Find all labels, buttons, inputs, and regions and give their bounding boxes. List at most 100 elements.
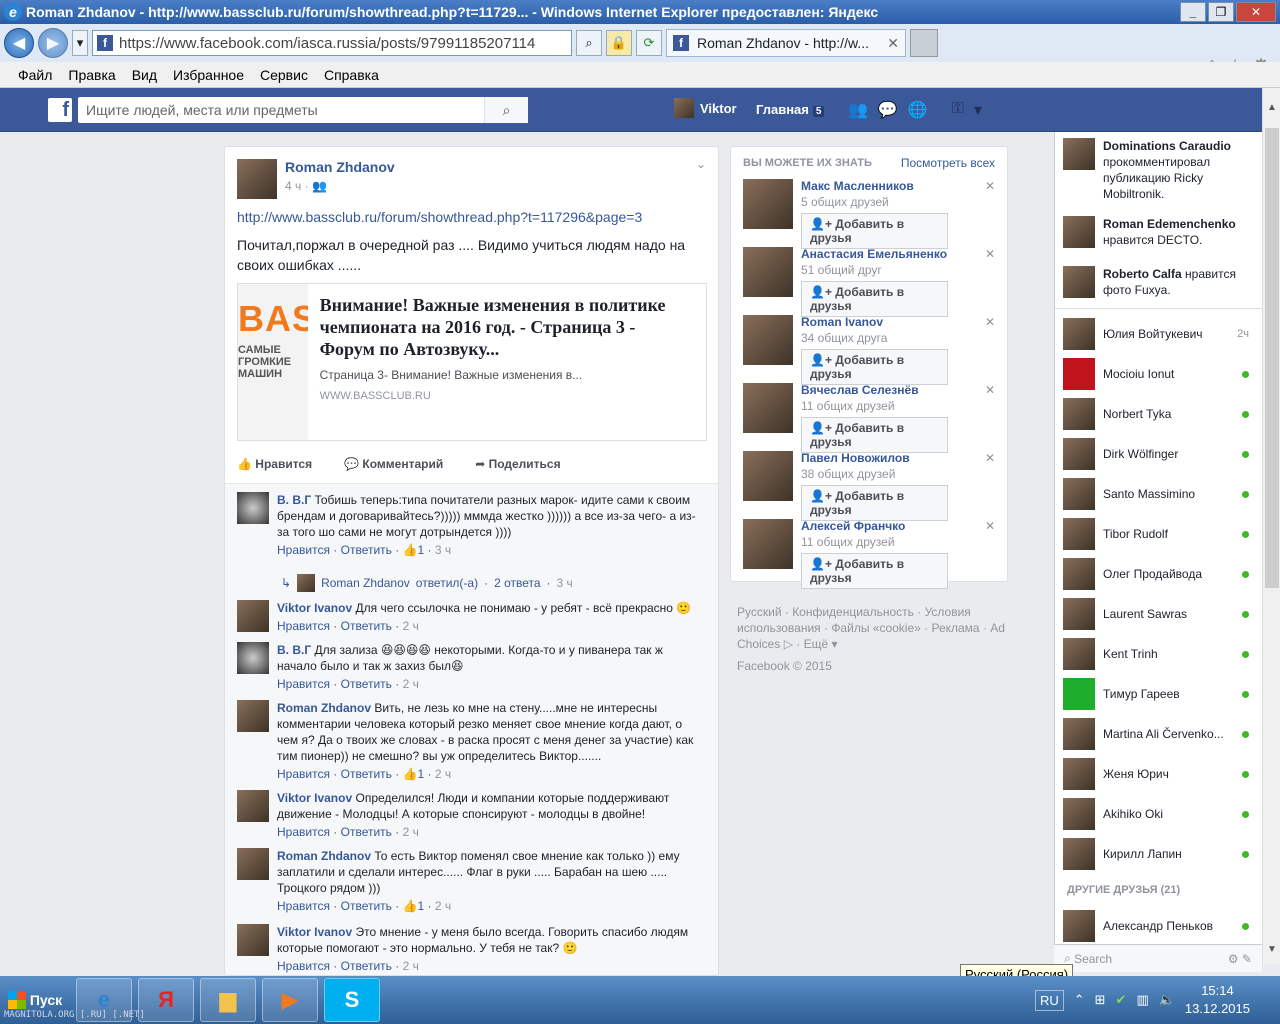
- link-preview-card[interactable]: BASSCL САМЫЕ ГРОМКИЕ МАШИН Внимание! Важ…: [237, 283, 707, 441]
- address-input[interactable]: f https://www.facebook.com/iasca.russia/…: [92, 30, 572, 56]
- account-menu-chevron-icon[interactable]: ▾: [974, 100, 982, 120]
- post-time[interactable]: 4 ч: [285, 179, 301, 193]
- avatar[interactable]: [743, 247, 793, 297]
- close-button[interactable]: ✕: [1236, 2, 1276, 22]
- menu-favorites[interactable]: Избранное: [173, 67, 244, 83]
- search-icon[interactable]: ⌕: [576, 30, 602, 56]
- replies-link[interactable]: ↳ Roman Zhdanov ответил(-а) · 2 ответа ·…: [281, 574, 573, 592]
- add-friend-button[interactable]: 👤+ Добавить в друзья: [801, 349, 948, 385]
- tray-windows-icon[interactable]: ⊞: [1095, 992, 1106, 1008]
- like-button[interactable]: 👍 Нравится: [237, 457, 312, 471]
- taskbar-yandex-icon[interactable]: Я: [138, 978, 194, 1022]
- browser-tab[interactable]: f Roman Zhdanov - http://w... ✕: [666, 29, 906, 57]
- dismiss-icon[interactable]: ✕: [985, 383, 995, 397]
- share-button[interactable]: ➦ Поделиться: [475, 457, 560, 471]
- taskbar-media-player-icon[interactable]: ▶: [262, 978, 318, 1022]
- chat-friend[interactable]: Юлия Войтукевич 2ч: [1063, 318, 1249, 350]
- comment-avatar[interactable]: [237, 924, 269, 956]
- menu-help[interactable]: Справка: [324, 67, 379, 83]
- avatar[interactable]: [743, 179, 793, 229]
- tray-volume-icon[interactable]: 🔈: [1159, 992, 1175, 1008]
- add-friend-button[interactable]: 👤+ Добавить в друзья: [801, 417, 948, 453]
- back-button[interactable]: ◀: [4, 28, 34, 58]
- comment-avatar[interactable]: [237, 700, 269, 732]
- notifications-globe-icon[interactable]: 🌐: [908, 100, 928, 120]
- chat-friend[interactable]: Santo Massimino: [1063, 478, 1249, 510]
- dismiss-icon[interactable]: ✕: [985, 179, 995, 193]
- taskbar-skype-icon[interactable]: S: [324, 978, 380, 1022]
- chat-friend[interactable]: Тимур Гареев: [1063, 678, 1249, 710]
- comment-avatar[interactable]: [237, 790, 269, 822]
- messages-icon[interactable]: 💬: [878, 100, 898, 120]
- facebook-search-button[interactable]: ⌕: [484, 97, 528, 123]
- history-dropdown-icon[interactable]: ▾: [72, 30, 88, 56]
- avatar[interactable]: [743, 451, 793, 501]
- comment-avatar[interactable]: [237, 848, 269, 880]
- chat-friend[interactable]: Akihiko Oki: [1063, 798, 1249, 830]
- chat-friend[interactable]: Олег Продайвода: [1063, 558, 1249, 590]
- dismiss-icon[interactable]: ✕: [985, 451, 995, 465]
- dismiss-icon[interactable]: ✕: [985, 315, 995, 329]
- chat-friend[interactable]: Tibor Rudolf: [1063, 518, 1249, 550]
- chat-friend[interactable]: Женя Юрич: [1063, 758, 1249, 790]
- menu-tools[interactable]: Сервис: [260, 67, 308, 83]
- audience-icon[interactable]: 👥: [312, 179, 327, 193]
- scroll-thumb[interactable]: [1265, 128, 1279, 588]
- home-link[interactable]: Главная 5: [756, 102, 825, 117]
- refresh-icon[interactable]: ⟳: [636, 30, 662, 56]
- chat-friend[interactable]: Norbert Tyka: [1063, 398, 1249, 430]
- taskbar-folder-icon[interactable]: ▆: [200, 978, 256, 1022]
- post-author[interactable]: Roman Zhdanov: [285, 159, 395, 175]
- post-link[interactable]: http://www.bassclub.ru/forum/showthread.…: [237, 209, 642, 225]
- taskbar-clock[interactable]: 15:14 13.12.2015: [1185, 982, 1250, 1018]
- forward-button[interactable]: ▶: [38, 28, 68, 58]
- comment-button[interactable]: 💬 Комментарий: [344, 457, 443, 471]
- chat-friend[interactable]: Александр Пеньков: [1063, 910, 1249, 942]
- comment-avatar[interactable]: [237, 600, 269, 632]
- menu-file[interactable]: Файл: [18, 67, 52, 83]
- see-all-link[interactable]: Посмотреть всех: [901, 156, 995, 170]
- facebook-logo-icon[interactable]: f: [48, 98, 72, 122]
- chat-friend[interactable]: Laurent Sawras: [1063, 598, 1249, 630]
- comment-avatar[interactable]: [237, 642, 269, 674]
- minimize-button[interactable]: _: [1180, 2, 1206, 22]
- chat-friend[interactable]: Кирилл Лапин: [1063, 838, 1249, 870]
- post-author-avatar[interactable]: [237, 159, 277, 199]
- add-friend-button[interactable]: 👤+ Добавить в друзья: [801, 485, 948, 521]
- menu-view[interactable]: Вид: [132, 67, 157, 83]
- avatar[interactable]: [743, 519, 793, 569]
- tray-expand-icon[interactable]: ⌃: [1074, 992, 1085, 1008]
- add-friend-button[interactable]: 👤+ Добавить в друзья: [801, 213, 948, 249]
- tab-close-icon[interactable]: ✕: [887, 35, 899, 52]
- chat-friend[interactable]: Kent Trinh: [1063, 638, 1249, 670]
- menu-edit[interactable]: Правка: [68, 67, 115, 83]
- avatar[interactable]: [743, 315, 793, 365]
- ticker-item[interactable]: Dominations Caraudio прокомментировал пу…: [1063, 138, 1259, 202]
- tray-security-icon[interactable]: ✔: [1116, 992, 1127, 1008]
- new-tab-button[interactable]: [910, 29, 938, 57]
- page-scrollbar[interactable]: ▲ ▼: [1262, 88, 1280, 964]
- chat-search-input[interactable]: ⌕ Search ⚙ ✎: [1054, 944, 1262, 972]
- ticker-item[interactable]: Roberto Calfa нравится фото Fuxya.: [1063, 266, 1259, 298]
- maximize-button[interactable]: ❐: [1208, 2, 1234, 22]
- tray-network-icon[interactable]: ▥: [1136, 992, 1148, 1008]
- chat-friend[interactable]: Dirk Wölfinger: [1063, 438, 1249, 470]
- add-friend-button[interactable]: 👤+ Добавить в друзья: [801, 553, 948, 589]
- lock-icon[interactable]: 🔒: [606, 30, 632, 56]
- avatar[interactable]: [743, 383, 793, 433]
- chat-settings-gear-icon[interactable]: ⚙ ✎: [1228, 952, 1252, 966]
- ticker-item[interactable]: Roman Edemenchenko нравится DECTO.: [1063, 216, 1259, 248]
- dismiss-icon[interactable]: ✕: [985, 519, 995, 533]
- profile-link[interactable]: Viktor: [674, 98, 737, 118]
- chat-friend[interactable]: Martina Ali Červenko...: [1063, 718, 1249, 750]
- post-options-chevron-icon[interactable]: ⌄: [696, 157, 706, 171]
- dismiss-icon[interactable]: ✕: [985, 247, 995, 261]
- scroll-down-icon[interactable]: ▼: [1265, 944, 1279, 960]
- scroll-up-icon[interactable]: ▲: [1265, 102, 1279, 118]
- language-indicator[interactable]: RU: [1034, 989, 1064, 1011]
- facebook-search-input[interactable]: Ищите людей, места или предметы ⌕: [78, 97, 528, 123]
- privacy-shortcuts-icon[interactable]: ⚿: [952, 100, 964, 120]
- comment-avatar[interactable]: [237, 492, 269, 524]
- friend-requests-icon[interactable]: 👥: [848, 100, 868, 120]
- add-friend-button[interactable]: 👤+ Добавить в друзья: [801, 281, 948, 317]
